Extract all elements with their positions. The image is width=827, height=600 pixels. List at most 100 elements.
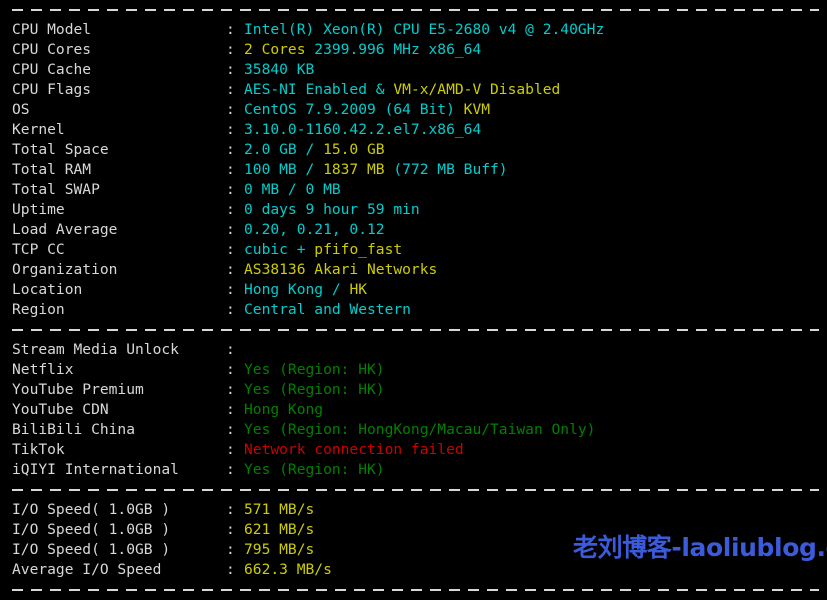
value-segment: CentOS 7.9.2009 (64 Bit)	[244, 101, 464, 118]
row-label: YouTube Premium	[12, 381, 144, 398]
value-segment: &	[375, 81, 394, 98]
row-value: 2.0 GB / 15.0 GB	[244, 140, 385, 160]
row-colon: :	[226, 61, 235, 78]
value-segment: 1837 MB	[323, 161, 394, 178]
value-segment: VM-x/AMD-V Disabled	[393, 81, 561, 98]
row-colon: :	[226, 281, 235, 298]
row-label: Organization	[12, 261, 118, 278]
value-segment: Yes (Region: HK)	[244, 461, 385, 478]
section-separator-2	[0, 480, 827, 500]
row-label: CPU Flags	[12, 81, 92, 98]
row-label: CPU Cache	[12, 61, 92, 78]
output-row: Kernel:3.10.0-1160.42.2.el7.x86_64	[0, 120, 827, 140]
row-value: 795 MB/s	[244, 540, 314, 560]
output-row: I/O Speed( 1.0GB ):795 MB/s	[0, 540, 827, 560]
row-colon: :	[226, 341, 235, 358]
value-segment: 621 MB/s	[244, 521, 315, 538]
row-colon: :	[226, 561, 235, 578]
output-row: Region: Central and Western	[0, 300, 827, 320]
section-separator-0	[0, 0, 827, 20]
output-row: iQIYI International: Yes (Region: HK)	[0, 460, 827, 480]
output-row: Stream Media Unlock:	[0, 340, 827, 360]
row-value: 621 MB/s	[244, 520, 314, 540]
row-label: OS	[12, 101, 30, 118]
row-value: Yes (Region: HongKong/Macau/Taiwan Only)	[244, 420, 595, 440]
section-separator-3	[0, 580, 827, 600]
output-row: Average I/O Speed:662.3 MB/s	[0, 560, 827, 580]
row-value: AES-NI Enabled & VM-x/AMD-V Disabled	[244, 80, 560, 100]
value-segment: 795 MB/s	[244, 541, 315, 558]
output-row: Total SWAP:0 MB / 0 MB	[0, 180, 827, 200]
row-colon: :	[226, 461, 235, 478]
value-segment: (772 MB Buff)	[393, 161, 508, 178]
row-colon: :	[226, 501, 235, 518]
row-value: 2 Cores 2399.996 MHz x86_64	[244, 40, 481, 60]
value-segment: Yes (Region: HongKong/Macau/Taiwan Only)	[244, 421, 596, 438]
value-segment: 0.20, 0.21, 0.12	[244, 221, 385, 238]
row-label: Region	[12, 301, 65, 318]
output-row: YouTube CDN: Hong Kong	[0, 400, 827, 420]
row-label: I/O Speed( 1.0GB )	[12, 521, 171, 538]
row-value: AS38136 Akari Networks	[244, 260, 437, 280]
row-colon: :	[226, 541, 235, 558]
value-segment: HK	[349, 281, 368, 298]
row-value: 100 MB / 1837 MB (772 MB Buff)	[244, 160, 508, 180]
value-segment: Hong Kong	[244, 401, 324, 418]
value-segment: cubic +	[244, 241, 315, 258]
row-label: TCP CC	[12, 241, 65, 258]
row-value: 0 MB / 0 MB	[244, 180, 341, 200]
output-row: Total RAM:100 MB / 1837 MB (772 MB Buff)	[0, 160, 827, 180]
value-segment: 662.3 MB/s	[244, 561, 332, 578]
row-colon: :	[226, 141, 235, 158]
section-stream-media-unlock: Stream Media Unlock: Netflix: Yes (Region:…	[0, 340, 827, 480]
value-segment: Hong Kong /	[244, 281, 350, 298]
value-segment: pfifo_fast	[314, 241, 403, 258]
output-row: Location: Hong Kong / HK	[0, 280, 827, 300]
row-label: Stream Media Unlock	[12, 341, 179, 358]
row-label: iQIYI International	[12, 461, 179, 478]
output-row: Organization: AS38136 Akari Networks	[0, 260, 827, 280]
row-value: 662.3 MB/s	[244, 560, 332, 580]
row-colon: :	[226, 381, 235, 398]
row-label: CPU Cores	[12, 41, 92, 58]
value-segment: KVM	[463, 101, 491, 118]
row-label: Netflix	[12, 361, 74, 378]
section-system-info: CPU Model: Intel(R) Xeon(R) CPU E5-2680 v…	[0, 20, 827, 320]
value-segment: Network connection failed	[244, 441, 464, 458]
row-value: Yes (Region: HK)	[244, 460, 385, 480]
row-label: Location	[12, 281, 83, 298]
row-value: Yes (Region: HK)	[244, 380, 385, 400]
row-label: Total RAM	[12, 161, 92, 178]
row-colon: :	[226, 361, 235, 378]
value-segment: Intel(R) Xeon(R) CPU E5-2680 v4 @ 2.40GH…	[244, 21, 605, 38]
row-label: Total SWAP	[12, 181, 100, 198]
row-colon: :	[226, 121, 235, 138]
value-segment: 35840 KB	[244, 61, 315, 78]
output-row: CPU Cache:35840 KB	[0, 60, 827, 80]
value-segment: Central and Western	[244, 301, 411, 318]
output-row: YouTube Premium: Yes (Region: HK)	[0, 380, 827, 400]
row-colon: :	[226, 241, 235, 258]
value-segment: 100 MB /	[244, 161, 324, 178]
row-colon: :	[226, 41, 235, 58]
output-row: TCP CC: cubic + pfifo_fast	[0, 240, 827, 260]
row-value: Intel(R) Xeon(R) CPU E5-2680 v4 @ 2.40GH…	[244, 20, 604, 40]
row-value: 0.20, 0.21, 0.12	[244, 220, 385, 240]
row-label: Average I/O Speed	[12, 561, 162, 578]
value-segment: Yes (Region: HK)	[244, 381, 385, 398]
row-value: Hong Kong / HK	[244, 280, 367, 300]
row-colon: :	[226, 161, 235, 178]
row-colon: :	[226, 421, 235, 438]
row-value: Network connection failed	[244, 440, 464, 460]
row-label: I/O Speed( 1.0GB )	[12, 501, 171, 518]
output-row: I/O Speed( 1.0GB ):571 MB/s	[0, 500, 827, 520]
section-io-speed: I/O Speed( 1.0GB ):571 MB/s I/O Speed( 1.…	[0, 500, 827, 580]
value-segment: 3.10.0-1160.42.2.el7.x86_64	[244, 121, 482, 138]
row-label: CPU Model	[12, 21, 92, 38]
row-label: Total Space	[12, 141, 109, 158]
row-label: Load Average	[12, 221, 118, 238]
value-segment: AES-NI Enabled	[244, 81, 376, 98]
output-row: CPU Cores:2 Cores 2399.996 MHz x86_64	[0, 40, 827, 60]
row-label: Uptime	[12, 201, 65, 218]
row-label: Kernel	[12, 121, 65, 138]
